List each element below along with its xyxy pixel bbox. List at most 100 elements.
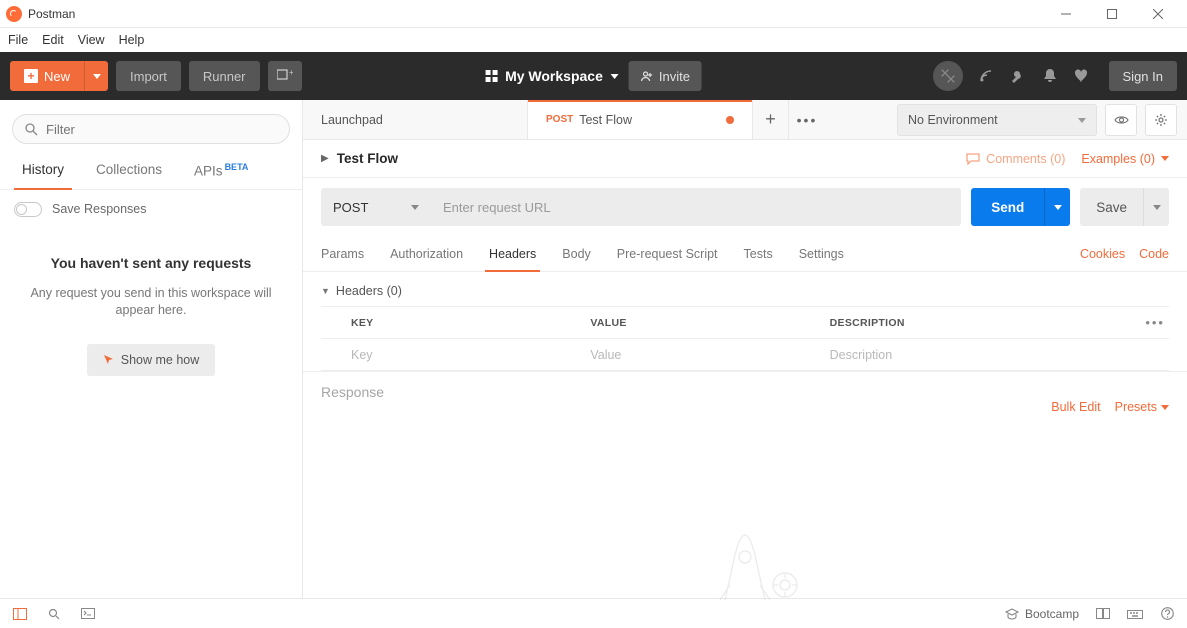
response-panel: Response bbox=[303, 371, 1187, 598]
sidebar-tab-history[interactable]: History bbox=[6, 152, 80, 189]
window-maximize-button[interactable] bbox=[1089, 0, 1135, 28]
headers-table: KEY VALUE DESCRIPTION ••• Key Value Desc… bbox=[321, 306, 1169, 371]
runner-button[interactable]: Runner bbox=[189, 61, 260, 91]
new-button-dropdown[interactable] bbox=[84, 61, 108, 91]
http-method-selector[interactable]: POST bbox=[321, 188, 431, 226]
app-title: Postman bbox=[28, 7, 75, 21]
keyboard-icon[interactable] bbox=[1127, 606, 1143, 622]
workspace-grid-icon bbox=[485, 70, 497, 82]
console-icon[interactable] bbox=[80, 606, 96, 622]
layout-icon[interactable] bbox=[12, 606, 28, 622]
request-url-input[interactable] bbox=[431, 188, 961, 226]
menu-help[interactable]: Help bbox=[119, 33, 145, 47]
save-responses-label: Save Responses bbox=[52, 202, 147, 216]
workspace-selector[interactable]: My Workspace bbox=[485, 68, 619, 84]
empty-body: Any request you send in this workspace w… bbox=[18, 285, 284, 320]
subtab-prerequest[interactable]: Pre-request Script bbox=[617, 247, 718, 271]
svg-text:+: + bbox=[289, 69, 293, 77]
wrench-icon[interactable] bbox=[1009, 67, 1027, 85]
headers-section-toggle[interactable]: ▼Headers (0) bbox=[321, 280, 1169, 306]
graduation-cap-icon bbox=[1005, 608, 1019, 620]
filter-input[interactable] bbox=[46, 122, 277, 137]
plus-icon: + bbox=[24, 69, 38, 83]
find-icon[interactable] bbox=[46, 606, 62, 622]
two-pane-icon[interactable] bbox=[1095, 606, 1111, 622]
workspace-label: My Workspace bbox=[505, 68, 603, 84]
sidebar-tab-collections[interactable]: Collections bbox=[80, 152, 178, 189]
collapse-triangle-icon[interactable]: ▶ bbox=[321, 153, 329, 164]
import-button[interactable]: Import bbox=[116, 61, 181, 91]
show-me-how-button[interactable]: Show me how bbox=[87, 344, 216, 376]
rocket-illustration-icon bbox=[675, 515, 815, 608]
satellite-icon[interactable] bbox=[977, 67, 995, 85]
sidebar: History Collections APIsBETA Save Respon… bbox=[0, 100, 303, 598]
postman-logo-icon bbox=[6, 6, 22, 22]
sync-icon[interactable] bbox=[933, 61, 963, 91]
bell-icon[interactable] bbox=[1041, 67, 1059, 85]
new-button-label: New bbox=[44, 69, 70, 84]
invite-button[interactable]: Invite bbox=[629, 61, 702, 91]
save-button-dropdown[interactable] bbox=[1143, 188, 1169, 226]
col-key: KEY bbox=[351, 317, 590, 329]
subtab-tests[interactable]: Tests bbox=[744, 247, 773, 271]
col-description: DESCRIPTION bbox=[830, 317, 1069, 329]
col-value: VALUE bbox=[590, 317, 829, 329]
request-subtabs: Params Authorization Headers Body Pre-re… bbox=[303, 236, 1187, 272]
menubar: File Edit View Help bbox=[0, 28, 1187, 52]
subtab-headers[interactable]: Headers bbox=[489, 247, 536, 271]
empty-title: You haven't sent any requests bbox=[18, 255, 284, 271]
send-button-dropdown[interactable] bbox=[1044, 188, 1070, 226]
subtab-params[interactable]: Params bbox=[321, 247, 364, 271]
comments-button[interactable]: Comments (0) bbox=[966, 152, 1065, 166]
menu-view[interactable]: View bbox=[78, 33, 105, 47]
table-row[interactable]: Key Value Description bbox=[321, 339, 1169, 371]
new-button[interactable]: + New bbox=[10, 61, 108, 91]
environment-selector[interactable]: No Environment bbox=[897, 104, 1097, 136]
menu-file[interactable]: File bbox=[8, 33, 28, 47]
sidebar-tab-apis[interactable]: APIsBETA bbox=[178, 152, 264, 189]
content-area: Launchpad POST Test Flow + ••• No Enviro… bbox=[303, 100, 1187, 598]
heart-icon[interactable] bbox=[1073, 67, 1091, 85]
help-icon[interactable] bbox=[1159, 606, 1175, 622]
settings-gear-button[interactable] bbox=[1145, 104, 1177, 136]
search-icon bbox=[25, 123, 38, 136]
environment-quicklook-button[interactable] bbox=[1105, 104, 1137, 136]
request-title: Test Flow bbox=[337, 151, 398, 166]
subtab-settings[interactable]: Settings bbox=[799, 247, 844, 271]
bootcamp-button[interactable]: Bootcamp bbox=[1005, 607, 1079, 621]
code-link[interactable]: Code bbox=[1139, 247, 1169, 261]
unsaved-dot-icon bbox=[726, 116, 734, 124]
response-label: Response bbox=[321, 384, 384, 400]
invite-icon bbox=[641, 70, 653, 82]
signin-button[interactable]: Sign In bbox=[1109, 61, 1177, 91]
main-toolbar: + New Import Runner + My Workspace Invite… bbox=[0, 52, 1187, 100]
open-new-button[interactable]: + bbox=[268, 61, 302, 91]
filter-input-wrap[interactable] bbox=[12, 114, 290, 144]
window-minimize-button[interactable] bbox=[1043, 0, 1089, 28]
cell-value[interactable]: Value bbox=[590, 348, 829, 362]
cell-key[interactable]: Key bbox=[351, 348, 590, 362]
comment-icon bbox=[966, 153, 980, 165]
cursor-click-icon bbox=[103, 354, 115, 366]
statusbar: Bootcamp bbox=[0, 598, 1187, 628]
tab-method-badge: POST bbox=[546, 114, 573, 125]
request-tabs: Launchpad POST Test Flow + ••• No Enviro… bbox=[303, 100, 1187, 140]
window-titlebar: Postman bbox=[0, 0, 1187, 28]
table-options-button[interactable]: ••• bbox=[1145, 315, 1165, 330]
cell-description[interactable]: Description bbox=[830, 348, 1069, 362]
tab-launchpad[interactable]: Launchpad bbox=[303, 100, 528, 139]
subtab-body[interactable]: Body bbox=[562, 247, 591, 271]
examples-button[interactable]: Examples (0) bbox=[1081, 152, 1169, 166]
window-close-button[interactable] bbox=[1135, 0, 1181, 28]
send-button[interactable]: Send bbox=[971, 188, 1044, 226]
cookies-link[interactable]: Cookies bbox=[1080, 247, 1125, 261]
menu-edit[interactable]: Edit bbox=[42, 33, 64, 47]
tab-active-request[interactable]: POST Test Flow bbox=[528, 100, 753, 139]
beta-badge: BETA bbox=[225, 162, 249, 172]
tab-options-button[interactable]: ••• bbox=[789, 100, 825, 140]
save-responses-toggle[interactable] bbox=[14, 202, 42, 217]
tab-request-name: Test Flow bbox=[579, 113, 632, 127]
new-tab-button[interactable]: + bbox=[753, 100, 789, 140]
subtab-authorization[interactable]: Authorization bbox=[390, 247, 463, 271]
save-button[interactable]: Save bbox=[1080, 188, 1143, 226]
